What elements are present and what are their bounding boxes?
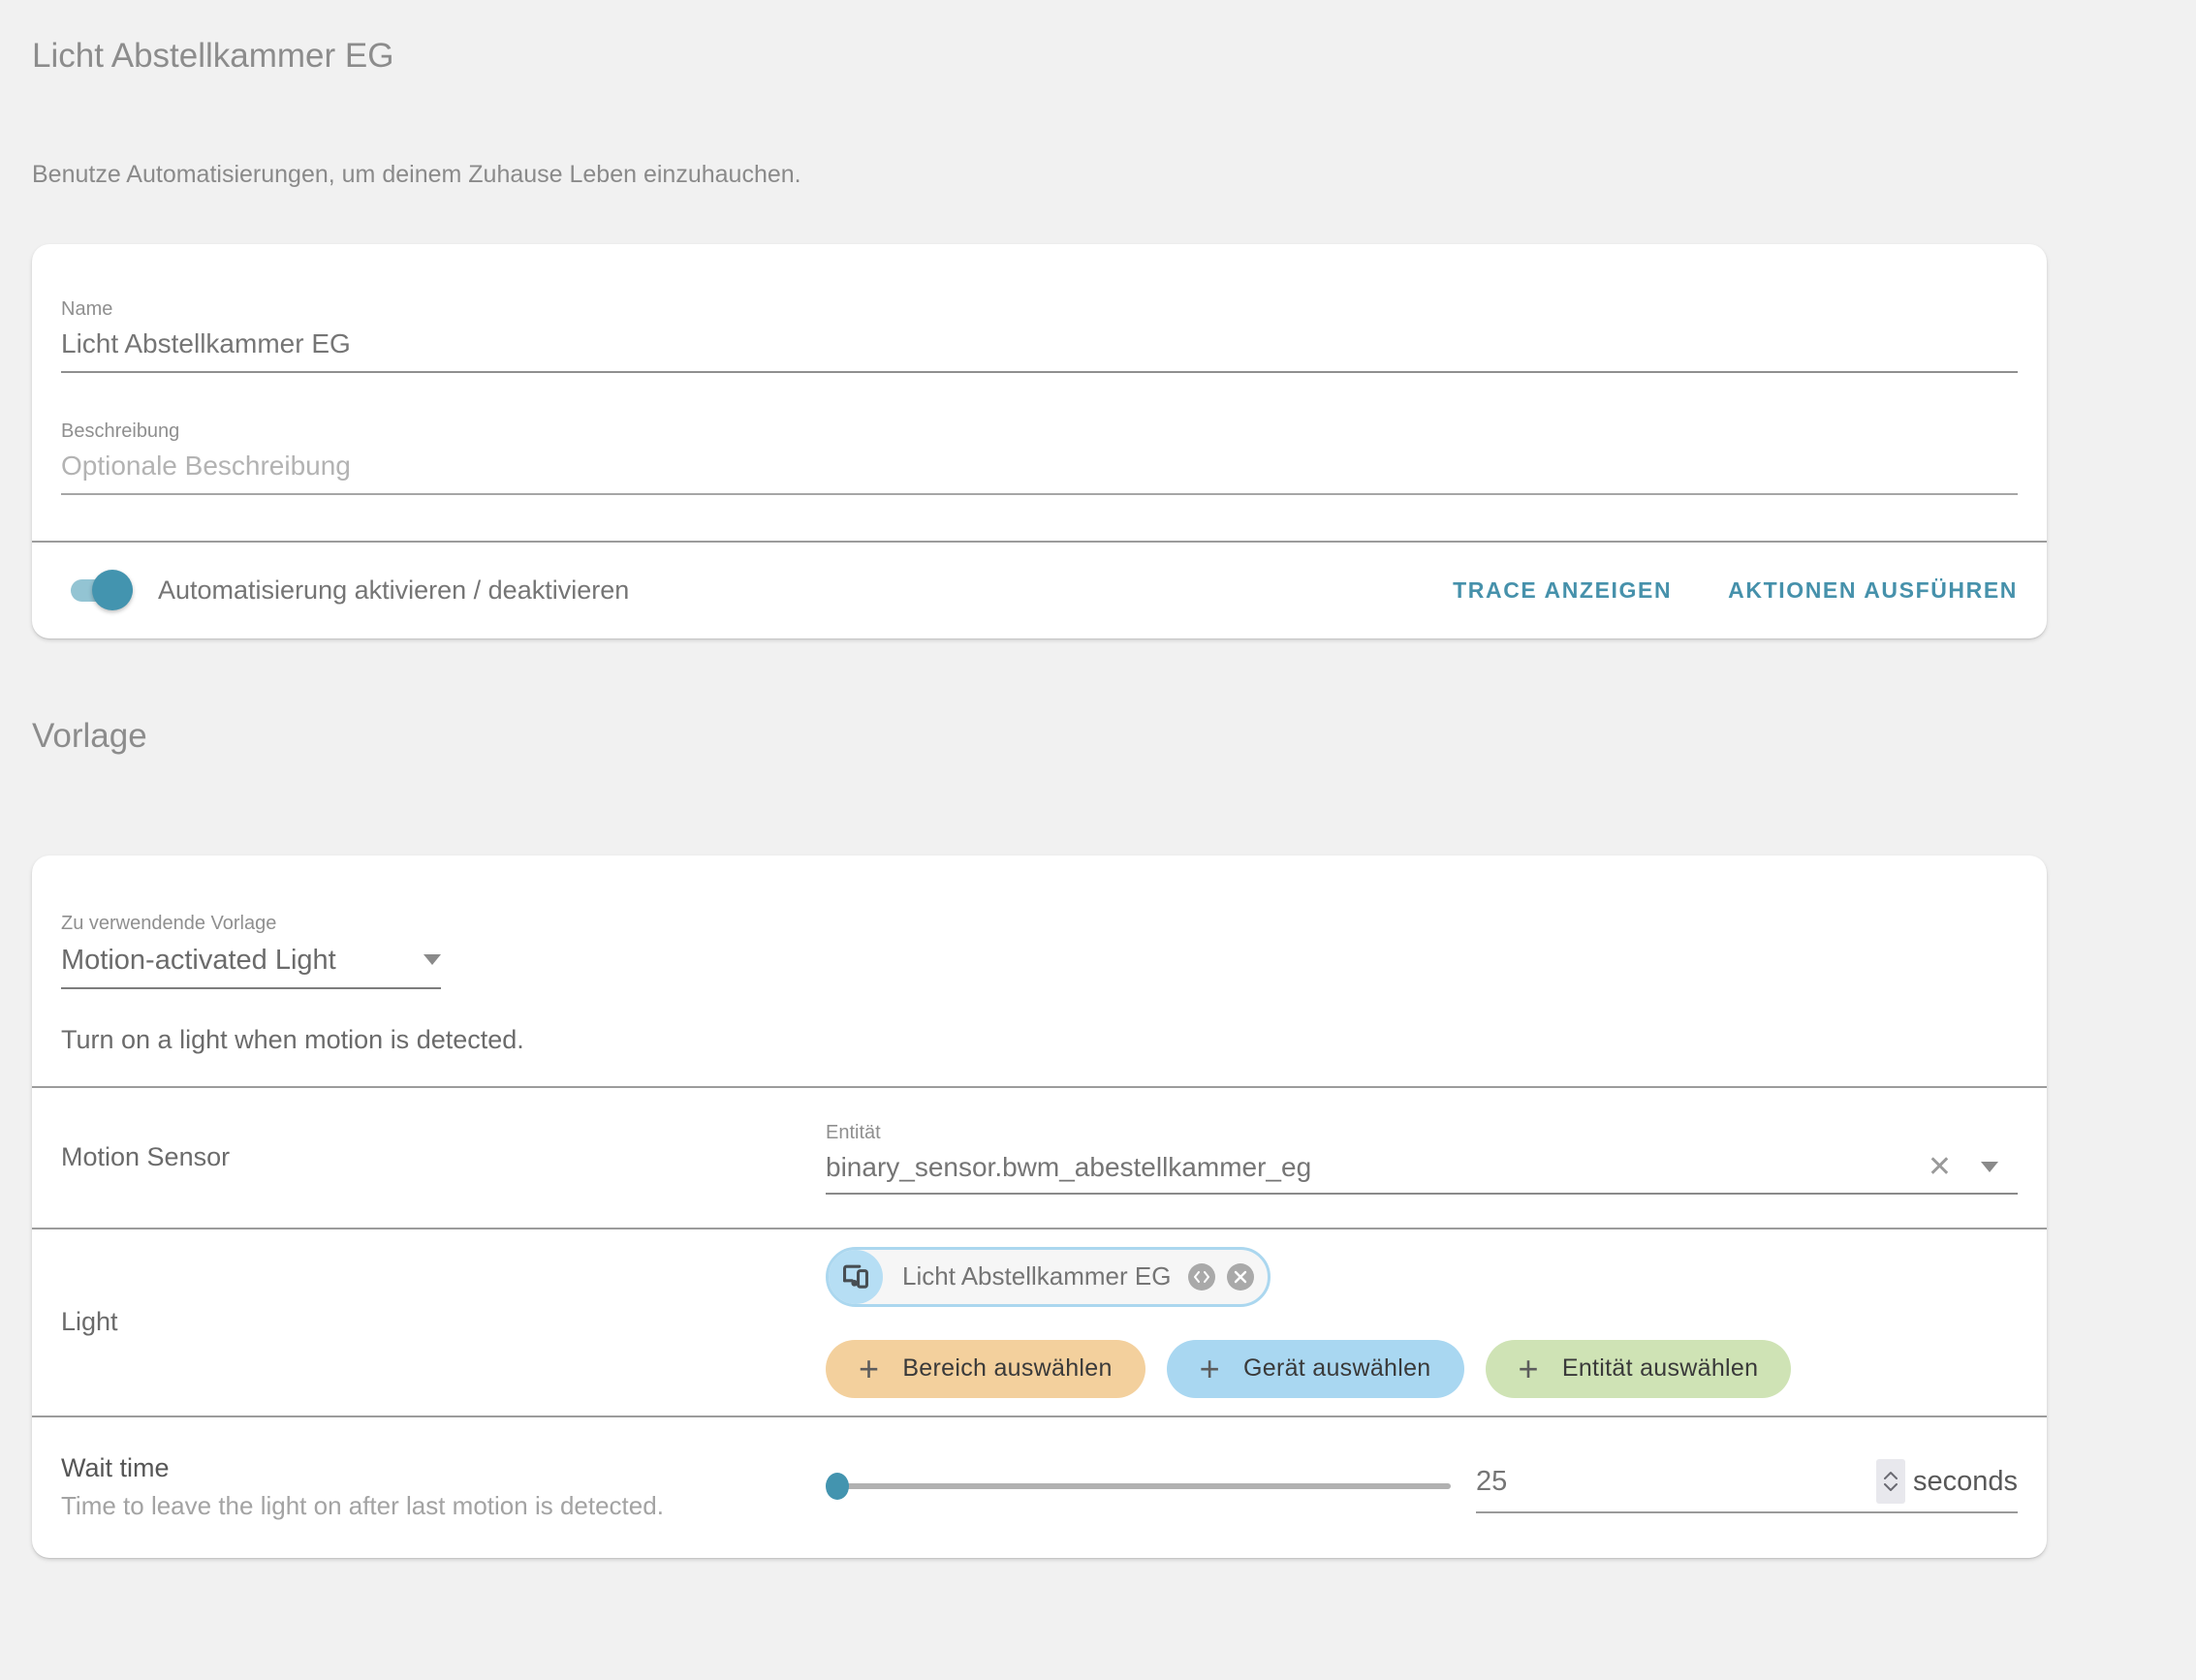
automation-config-card: Name Beschreibung Automatisierung aktivi…	[32, 244, 2047, 638]
wait-time-slider[interactable]	[826, 1465, 1451, 1508]
template-select[interactable]: Motion-activated Light	[61, 943, 441, 989]
page-subtitle: Benutze Automatisierungen, um deinem Zuh…	[32, 160, 2047, 190]
page-title: Licht Abstellkammer EG	[32, 0, 2047, 78]
name-input[interactable]	[61, 327, 2018, 373]
number-stepper[interactable]	[1876, 1459, 1905, 1504]
clear-icon[interactable]: ✕	[1928, 1153, 1952, 1182]
chip-label: Licht Abstellkammer EG	[902, 1261, 1171, 1291]
description-input[interactable]	[61, 449, 2018, 495]
plus-icon: +	[859, 1352, 879, 1386]
toggle-label: Automatisierung aktivieren / deaktiviere…	[158, 576, 629, 606]
motion-sensor-row: Motion Sensor Entität binary_sensor.bwm_…	[32, 1088, 2047, 1228]
add-entity-button[interactable]: + Entität auswählen	[1486, 1340, 1792, 1398]
add-area-label: Bereich auswählen	[902, 1354, 1112, 1383]
slider-thumb[interactable]	[826, 1473, 849, 1500]
target-picker-buttons: + Bereich auswählen + Gerät auswählen + …	[826, 1340, 2018, 1398]
run-actions-button[interactable]: AKTIONEN AUSFÜHREN	[1728, 577, 2018, 604]
template-description: Turn on a light when motion is detected.	[61, 1024, 2018, 1055]
remove-chip-icon[interactable]	[1227, 1263, 1254, 1291]
description-label: Beschreibung	[61, 420, 2018, 443]
template-select-value: Motion-activated Light	[61, 943, 336, 978]
light-row: Light Licht Abstellkammer EG	[32, 1229, 2047, 1416]
toggle-thumb	[92, 570, 133, 610]
automation-enabled-toggle[interactable]	[61, 570, 133, 610]
chevron-up-icon	[1883, 1471, 1898, 1479]
entity-input-line: binary_sensor.bwm_abestellkammer_eg ✕	[826, 1150, 2018, 1195]
add-entity-label: Entität auswählen	[1562, 1354, 1758, 1383]
light-device-chip[interactable]: Licht Abstellkammer EG	[826, 1247, 1271, 1307]
plus-icon: +	[1519, 1352, 1539, 1386]
chevron-down-icon	[424, 954, 441, 965]
devices-icon	[829, 1250, 883, 1304]
wait-time-input[interactable]	[1476, 1466, 1563, 1498]
template-select-label: Zu verwendende Vorlage	[61, 912, 2018, 935]
automation-editor-page: Licht Abstellkammer EG Benutze Automatis…	[32, 0, 2047, 1558]
description-field-group: Beschreibung	[61, 373, 2018, 495]
enable-row: Automatisierung aktivieren / deaktiviere…	[32, 543, 2047, 638]
add-device-label: Gerät auswählen	[1243, 1354, 1431, 1383]
name-label: Name	[61, 297, 2018, 321]
template-picker-block: Zu verwendende Vorlage Motion-activated …	[32, 856, 2047, 1086]
motion-sensor-label: Motion Sensor	[61, 1142, 826, 1172]
add-area-button[interactable]: + Bereich auswählen	[826, 1340, 1145, 1398]
motion-sensor-entity-picker[interactable]: Entität binary_sensor.bwm_abestellkammer…	[826, 1121, 2018, 1195]
open-entity-icon[interactable]	[1188, 1263, 1215, 1291]
trace-button[interactable]: TRACE ANZEIGEN	[1453, 577, 1672, 604]
wait-time-label: Wait time	[61, 1452, 826, 1483]
template-card: Zu verwendende Vorlage Motion-activated …	[32, 856, 2047, 1558]
wait-time-number-field: seconds	[1476, 1459, 2018, 1513]
slider-track	[837, 1483, 1451, 1489]
wait-time-description: Time to leave the light on after last mo…	[61, 1491, 826, 1521]
plus-icon: +	[1200, 1352, 1220, 1386]
entity-value: binary_sensor.bwm_abestellkammer_eg	[826, 1150, 1928, 1185]
chevron-down-icon	[1883, 1483, 1898, 1492]
light-label: Light	[61, 1307, 826, 1337]
template-section-heading: Vorlage	[32, 713, 2047, 759]
name-field-group: Name	[61, 244, 2018, 373]
add-device-button[interactable]: + Gerät auswählen	[1167, 1340, 1464, 1398]
wait-time-row: Wait time Time to leave the light on aft…	[32, 1417, 2047, 1556]
wait-time-unit: seconds	[1913, 1466, 2018, 1498]
entity-label: Entität	[826, 1121, 2018, 1144]
chevron-down-icon[interactable]	[1981, 1162, 1998, 1172]
